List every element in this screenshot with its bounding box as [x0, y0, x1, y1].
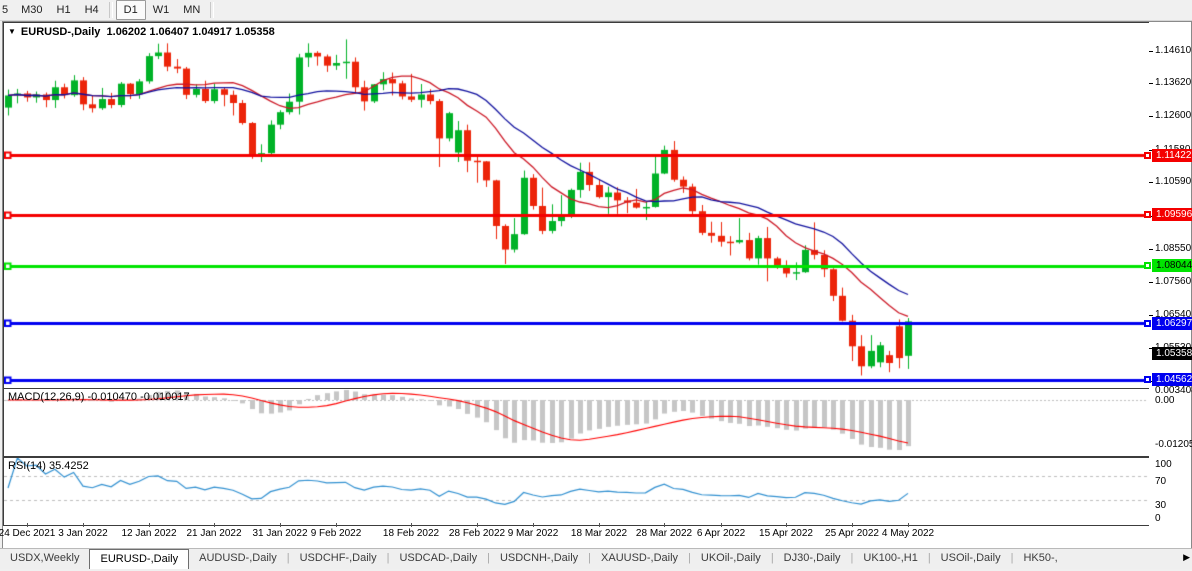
price-tick-label: 1.13620: [1155, 77, 1191, 88]
price-tick-mark: [1149, 182, 1153, 183]
tab-audusd-daily[interactable]: AUDUSD-,Daily: [189, 549, 287, 570]
chart-title: ▼ EURUSD-,Daily 1.06202 1.06407 1.04917 1…: [8, 26, 275, 38]
date-axis-label: 24 Dec 2021: [0, 528, 55, 539]
date-tick-mark: [721, 523, 722, 527]
date-axis-label: 18 Mar 2022: [571, 528, 627, 539]
date-axis-label: 9 Mar 2022: [508, 528, 559, 539]
date-tick-mark: [411, 523, 412, 527]
price-chart-canvas[interactable]: [4, 23, 1148, 386]
rsi-axis-label: 70: [1155, 476, 1166, 487]
date-axis-label: 25 Apr 2022: [825, 528, 879, 539]
price-tick-label: 1.10590: [1155, 176, 1191, 187]
timeframe-button-m30[interactable]: M30: [14, 0, 49, 20]
price-tick-mark: [1149, 116, 1153, 117]
timeframe-button-h1[interactable]: H1: [50, 0, 78, 20]
date-axis-label: 21 Jan 2022: [186, 528, 241, 539]
hline-handle[interactable]: [1144, 320, 1151, 327]
hline-handle[interactable]: [1144, 376, 1151, 383]
tab-usdcad-daily[interactable]: USDCAD-,Daily: [389, 549, 487, 570]
rsi-axis-label: 0: [1155, 513, 1161, 524]
price-tick-mark: [1149, 249, 1153, 250]
price-tick-label: 1.08550: [1155, 243, 1191, 254]
tab-dj30-daily[interactable]: DJ30-,Daily: [774, 549, 851, 570]
date-axis-label: 9 Feb 2022: [311, 528, 362, 539]
hline-handle[interactable]: [1144, 262, 1151, 269]
timeframe-button-h4[interactable]: H4: [78, 0, 106, 20]
date-axis-label: 18 Feb 2022: [383, 528, 439, 539]
date-axis-label: 12 Jan 2022: [121, 528, 176, 539]
tab-xauusd-daily[interactable]: XAUUSD-,Daily: [591, 549, 688, 570]
hline-handle[interactable]: [1144, 152, 1151, 159]
date-tick-mark: [214, 523, 215, 527]
timeframe-toolbar: 5M30H1H4 D1W1MN: [0, 0, 1192, 21]
date-tick-mark: [599, 523, 600, 527]
chart-dropdown-icon[interactable]: ▼: [8, 27, 16, 36]
date-tick-mark: [477, 523, 478, 527]
rsi-label: RSI(14) 35.4252: [8, 460, 89, 472]
date-axis-label: 28 Mar 2022: [636, 528, 692, 539]
date-axis-label: 28 Feb 2022: [449, 528, 505, 539]
price-level-badge[interactable]: 1.08044: [1152, 259, 1192, 272]
rsi-axis-label: 30: [1155, 500, 1166, 511]
tab-eurusd-daily[interactable]: EURUSD-,Daily: [89, 549, 189, 570]
tab-usdx-weekly[interactable]: USDX,Weekly: [0, 549, 89, 570]
tab-ukoil-daily[interactable]: UKOil-,Daily: [691, 549, 771, 570]
price-level-badge[interactable]: 1.11422: [1152, 149, 1192, 162]
rsi-canvas[interactable]: [4, 458, 1148, 522]
chart-title-symbol: EURUSD-,Daily: [21, 26, 100, 38]
rsi-axis-label: 100: [1155, 459, 1172, 470]
chart-title-ohlc: 1.06202 1.06407 1.04917 1.05358: [107, 26, 275, 38]
price-level-badge[interactable]: 1.05358: [1152, 347, 1192, 360]
date-tick-mark: [664, 523, 665, 527]
timeframe-button-mn[interactable]: MN: [176, 0, 207, 20]
price-tick-mark: [1149, 315, 1153, 316]
price-tick-mark: [1149, 83, 1153, 84]
timeframe-button-w1[interactable]: W1: [146, 0, 177, 20]
toolbar-separator: [109, 2, 113, 18]
price-level-badge[interactable]: 1.09596: [1152, 208, 1192, 221]
macd-axis-label: 0.00: [1155, 395, 1174, 406]
tab-scroll-right-icon[interactable]: ▶: [1183, 552, 1190, 563]
price-tick-mark: [1149, 51, 1153, 52]
date-tick-mark: [149, 523, 150, 527]
date-axis-label: 6 Apr 2022: [697, 528, 745, 539]
date-tick-mark: [852, 523, 853, 527]
date-tick-mark: [908, 523, 909, 527]
tab-hk50[interactable]: HK50-,: [1013, 549, 1067, 570]
price-axis[interactable]: 1.146101.136201.126001.115801.105901.095…: [1149, 22, 1190, 545]
macd-label: MACD(12,26,9) -0.010470 -0.010017: [8, 391, 190, 403]
date-tick-mark: [336, 523, 337, 527]
tab-usoil-daily[interactable]: USOil-,Daily: [931, 549, 1011, 570]
price-tick-mark: [1149, 282, 1153, 283]
price-level-badge[interactable]: 1.06297: [1152, 317, 1192, 330]
date-axis-label: 15 Apr 2022: [759, 528, 813, 539]
price-tick-label: 1.14610: [1155, 45, 1191, 56]
symbol-tab-bar: USDX,WeeklyEURUSD-,DailyAUDUSD-,Daily|US…: [0, 548, 1192, 570]
price-tick-label: 1.07560: [1155, 276, 1191, 287]
date-tick-mark: [280, 523, 281, 527]
date-axis-label: 31 Jan 2022: [252, 528, 307, 539]
toolbar-separator: [210, 2, 214, 18]
date-axis-label: 3 Jan 2022: [58, 528, 108, 539]
date-tick-mark: [27, 523, 28, 527]
macd-axis-label: -0.012058: [1155, 439, 1192, 450]
timeframe-button-d1[interactable]: D1: [116, 0, 146, 20]
date-tick-mark: [533, 523, 534, 527]
tab-usdcnh-daily[interactable]: USDCNH-,Daily: [490, 549, 588, 570]
tab-uk100-h1[interactable]: UK100-,H1: [853, 549, 927, 570]
tab-usdchf-daily[interactable]: USDCHF-,Daily: [290, 549, 387, 570]
hline-handle[interactable]: [1144, 211, 1151, 218]
price-tick-label: 1.12600: [1155, 110, 1191, 121]
timeframe-button-5[interactable]: 5: [0, 0, 14, 20]
date-tick-mark: [786, 523, 787, 527]
date-axis-label: 4 May 2022: [882, 528, 934, 539]
date-tick-mark: [83, 523, 84, 527]
